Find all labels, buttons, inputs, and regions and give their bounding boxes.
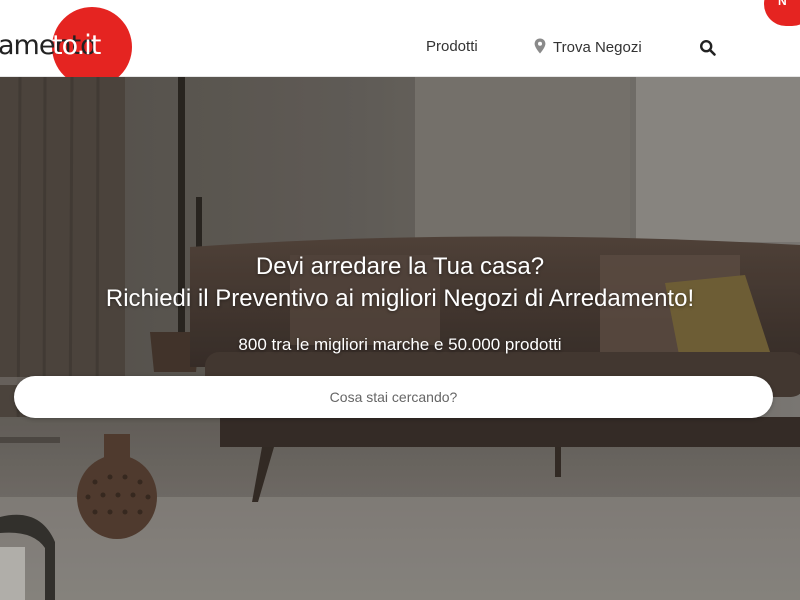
nav-products-link[interactable]: Prodotti <box>426 38 478 55</box>
map-pin-icon <box>534 38 546 54</box>
site-logo[interactable]: amento to.it <box>0 0 140 77</box>
hero-banner: Devi arredare la Tua casa? Richiedi il P… <box>0 77 800 600</box>
nav-find-stores-link[interactable]: Trova Negozi <box>533 38 642 56</box>
find-stores-label: Trova Negozi <box>553 39 642 56</box>
search-icon[interactable] <box>699 39 717 57</box>
hero-subheadline: Richiedi il Preventivo ai migliori Negoz… <box>105 285 695 312</box>
product-search-input[interactable] <box>14 376 773 418</box>
site-header: amento to.it N Prodotti Trova Negozi <box>0 0 800 77</box>
corner-badge[interactable]: N <box>764 0 800 26</box>
hero-headline: Devi arredare la Tua casa? <box>255 253 545 280</box>
hero-tagline: 800 tra le migliori marche e 50.000 prod… <box>238 335 562 354</box>
logo-text-right: to.it <box>52 30 101 61</box>
